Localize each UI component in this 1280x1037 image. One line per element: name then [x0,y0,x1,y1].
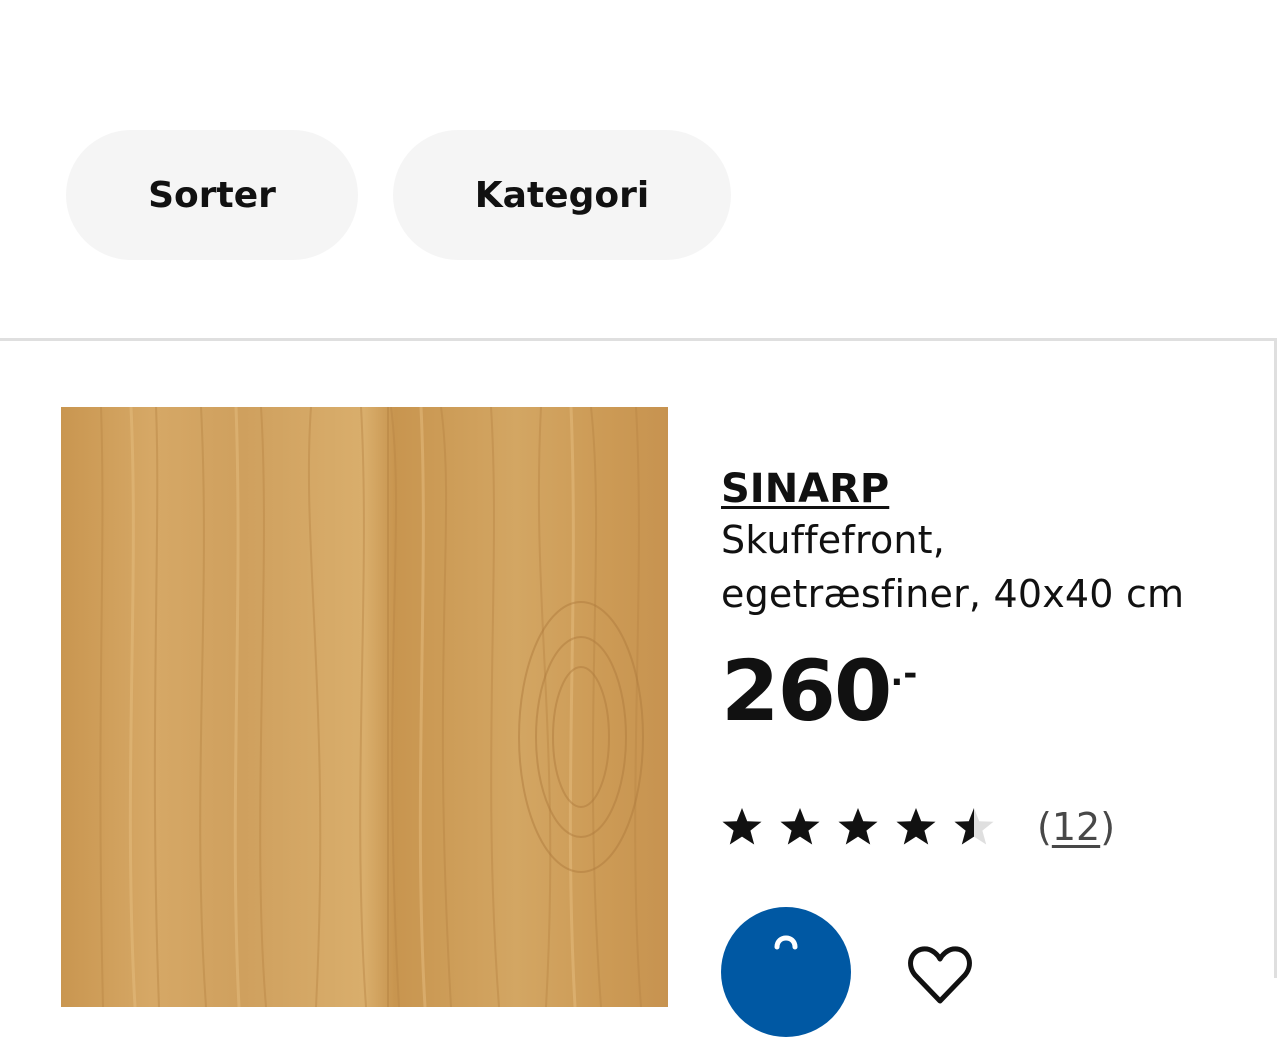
price-amount: 260 [721,642,892,740]
product-description: Skuffefront, egetræsfiner, 40x40 cm [721,513,1261,621]
star-icon [896,808,936,845]
review-count-open: ( [1037,805,1052,849]
product-rating[interactable]: (12) [721,805,1115,849]
sort-button[interactable]: Sorter [66,130,358,260]
cart-icon [774,935,798,950]
heart-icon [908,946,972,1004]
star-icon [722,808,762,845]
filter-bar: Sorter Kategori [0,0,1280,340]
add-to-cart-button[interactable] [721,907,851,1037]
review-count-number: 12 [1051,805,1101,849]
star-icon [838,808,878,845]
description-line: egetræsfiner, 40x40 cm [721,572,1185,616]
review-count[interactable]: (12) [1037,805,1115,849]
product-image[interactable] [61,407,668,1007]
star-icon [780,808,820,845]
star-icon [954,808,994,845]
review-count-close: ) [1100,805,1116,849]
category-button[interactable]: Kategori [393,130,731,260]
product-price: 260 .- [721,649,1261,733]
price-suffix: .- [890,654,918,694]
product-card[interactable]: SINARP Skuffefront, egetræsfiner, 40x40 … [0,338,1277,1037]
description-line: Skuffefront, [721,518,946,562]
favourite-button[interactable] [905,941,975,1011]
product-name-link[interactable]: SINARP [721,465,889,513]
rating-stars [721,806,1011,848]
oak-veneer-image [61,407,668,1007]
product-info: SINARP Skuffefront, egetræsfiner, 40x40 … [721,465,1261,733]
